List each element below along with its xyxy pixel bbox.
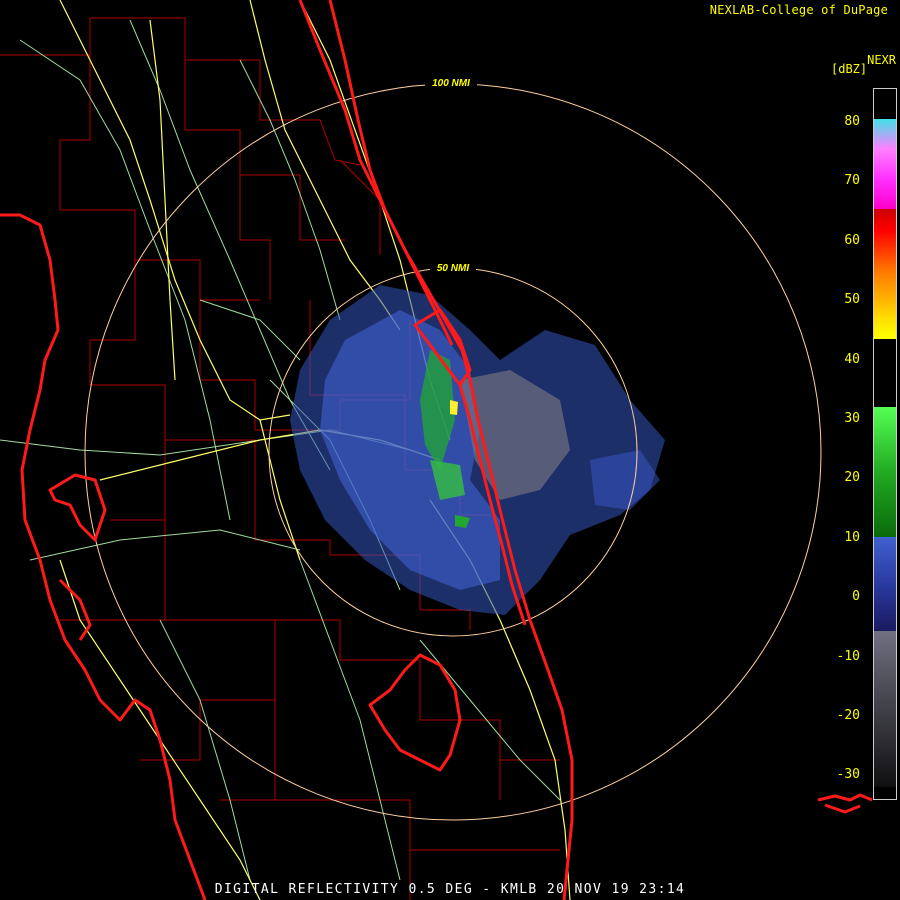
legend-tick: 30 [844, 411, 860, 426]
legend-tick: 70 [844, 173, 860, 189]
units-label: [dBZ] [831, 62, 868, 76]
legend-tick: 40 [844, 351, 860, 367]
legend-tick: -10 [836, 648, 860, 664]
product-footer: DIGITAL REFLECTIVITY 0.5 DEG - KMLB 20 N… [214, 882, 686, 897]
radar-map: 100 NMI 50 NMI [0, 0, 873, 900]
range-ring-label-50: 50 NMI [437, 263, 469, 274]
product-label: NEXR [867, 53, 896, 67]
credit-label: NEXLAB-College of DuPage [709, 3, 888, 17]
legend-tick: 60 [844, 232, 860, 248]
legend-tick: 80 [844, 114, 860, 129]
legend-tick: 20 [844, 470, 860, 486]
legend-tick: 0 [852, 589, 860, 605]
legend-tick: -20 [836, 708, 860, 723]
color-scale-bar [873, 88, 897, 800]
range-ring-label-100: 100 NMI [432, 78, 470, 89]
legend-tick: 50 [844, 292, 860, 308]
legend-tick: -30 [836, 767, 860, 783]
legend-tick: 10 [844, 529, 860, 545]
